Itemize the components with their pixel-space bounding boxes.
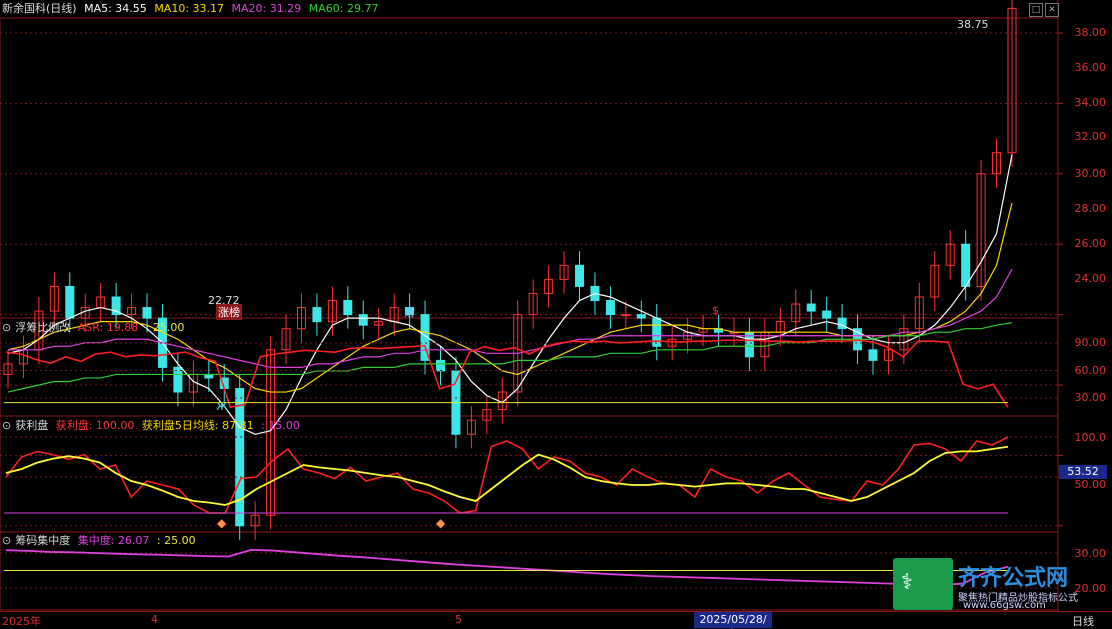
ma10-label: MA10: 33.17 [154,2,225,15]
asr-axis-label: 30.00 [1074,391,1107,404]
price-axis-label: 26.00 [1074,237,1107,250]
ma60-label: MA60: 29.77 [308,2,379,15]
candle-body [837,317,847,330]
asr-panel-header: ⊙ 浮筹比例改 ASR: 19.88 : 25.00 [2,320,188,336]
candle-body [435,359,445,372]
cursor-value-box: 53.52 [1059,465,1107,479]
profit-axis-label: 50.00 [1074,478,1107,491]
asr-axis-label: 60.00 [1074,364,1107,377]
date-axis: 2025年 4 5 2025/05/28/三 日线 [0,611,1112,629]
profit-level-label: : 15.00 [261,419,300,432]
price-axis-label: 32.00 [1074,130,1107,143]
price-axis-label: 38.00 [1074,26,1107,39]
candle-body [173,366,183,393]
price-axis-label: 24.00 [1074,272,1107,285]
candle-body [961,243,971,287]
candle-body [621,314,631,317]
profit-ma-label: 获利盘5日均线: 87.81 [141,419,254,432]
ma-line [7,154,1013,435]
stock-title[interactable]: 新余国科(日线) [2,2,77,15]
candle-body [806,303,816,312]
price-axis-label: 30.00 [1074,167,1107,180]
date-axis-label: 5 [455,613,462,626]
diamond-icon: ◆ [217,516,227,530]
candle-body [636,314,646,319]
concentration-line [5,548,1009,587]
panel-toggle-icon[interactable]: ⊙ [2,419,11,432]
ma5-label: MA5: 34.55 [84,2,147,15]
price-axis-label: 34.00 [1074,96,1107,109]
candle-body [312,307,322,323]
candle-body [235,388,245,527]
conc-axis-label: 30.00 [1074,547,1107,560]
price-axis-label: 28.00 [1074,202,1107,215]
diamond-icon: ◆ [436,516,446,530]
candle-body [575,264,585,287]
price-axis-label: 36.00 [1074,61,1107,74]
asr-axis-label: 90.00 [1074,336,1107,349]
finance-marker[interactable]: 财 [404,304,415,320]
candle-body [65,285,75,319]
panel-toggle-icon[interactable]: ⊙ [2,534,11,547]
maximize-icon[interactable]: □ [1029,3,1043,17]
main-panel-header: 新余国科(日线) MA5: 34.55 MA10: 33.17 MA20: 31… [2,1,382,17]
candle-body [343,300,353,316]
pulse-icon: ⚕ [901,570,913,595]
butterfly-icon: ж [216,399,228,414]
close-icon[interactable]: ✕ [1045,3,1059,17]
limit-up-marker[interactable]: 涨榜 [216,304,242,320]
conc-axis-label: 20.00 [1074,582,1107,595]
brand-url: www.66gsw.com [963,600,1046,611]
date-axis-label: 2025年 [2,615,41,628]
stock-chart-window: 新余国科(日线) MA5: 34.55 MA10: 33.17 MA20: 31… [0,0,1112,629]
profit-axis-label: 100.0 [1074,431,1107,444]
asr-panel-title: 浮筹比例改 [15,321,71,334]
period-label[interactable]: 日线 [1072,613,1094,629]
panel-frame [0,17,1059,319]
cursor-date-box: 2025/05/28/三 [694,612,772,628]
candle-body [142,307,152,319]
conc-panel-header: ⊙ 筹码集中度 集中度: 26.07 : 25.00 [2,533,200,549]
profit-value-label: 获利盘: 100.00 [55,419,135,432]
conc-level-label: : 25.00 [156,534,196,547]
panel-toggle-icon[interactable]: ⊙ [2,321,11,334]
dollar-icon[interactable]: $ [712,304,719,317]
brand-logo: ⚕ [893,558,953,610]
profit-panel-header: ⊙ 获利盘 获利盘: 100.00 获利盘5日均线: 87.81 : 15.00 [2,418,304,434]
high-price-label: 38.75 [957,18,989,31]
asr-value-label: ASR: 19.88 [77,321,139,334]
profit-line [5,436,1009,514]
candle-body [868,349,878,361]
brand-name: 齐齐公式网 [958,566,1069,591]
candle-body [605,300,615,316]
conc-value-label: 集中度: 26.07 [77,534,150,547]
ma20-label: MA20: 31.29 [231,2,302,15]
asr-level-label: : 25.00 [145,321,185,334]
candle-body [358,314,368,326]
profit-panel-title: 获利盘 [15,419,49,432]
date-axis-label: 4 [151,613,158,626]
candle-body [822,310,832,319]
conc-panel-title: 筹码集中度 [15,534,71,547]
candle-body [652,317,662,347]
